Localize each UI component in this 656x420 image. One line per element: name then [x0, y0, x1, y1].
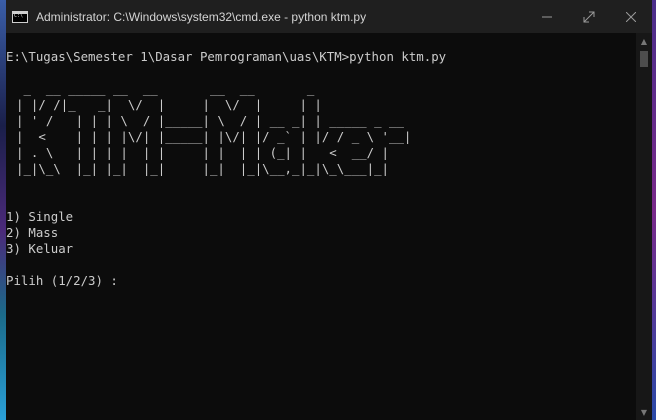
cmd-window: Administrator: C:\Windows\system32\cmd.e… [6, 0, 652, 420]
vertical-scrollbar[interactable]: ▲ ▼ [636, 33, 652, 420]
scroll-down-icon[interactable]: ▼ [636, 404, 652, 420]
minimize-icon [542, 16, 552, 17]
scroll-up-icon[interactable]: ▲ [636, 33, 652, 49]
menu-item-single: 1) Single [6, 209, 74, 224]
window-title: Administrator: C:\Windows\system32\cmd.e… [36, 9, 367, 24]
close-button[interactable] [610, 0, 652, 33]
maximize-icon [583, 11, 595, 22]
minimize-button[interactable] [526, 0, 568, 33]
title-bar[interactable]: Administrator: C:\Windows\system32\cmd.e… [6, 0, 652, 33]
ascii-banner: _ __ _____ __ __ __ __ _ | |/ /|_ _| \/ … [16, 81, 412, 176]
menu-item-mass: 2) Mass [6, 225, 59, 240]
scroll-thumb[interactable] [640, 51, 648, 67]
menu-item-keluar: 3) Keluar [6, 241, 74, 256]
close-icon [626, 11, 636, 22]
command-line: E:\Tugas\Semester 1\Dasar Pemrograman\ua… [6, 49, 447, 64]
maximize-button[interactable] [568, 0, 610, 33]
input-prompt[interactable]: Pilih (1/2/3) : [6, 273, 125, 289]
console-output[interactable]: E:\Tugas\Semester 1\Dasar Pemrograman\ua… [6, 33, 636, 420]
desktop-background-right [652, 0, 656, 420]
cmd-icon[interactable] [12, 10, 28, 23]
window-controls [526, 0, 652, 33]
